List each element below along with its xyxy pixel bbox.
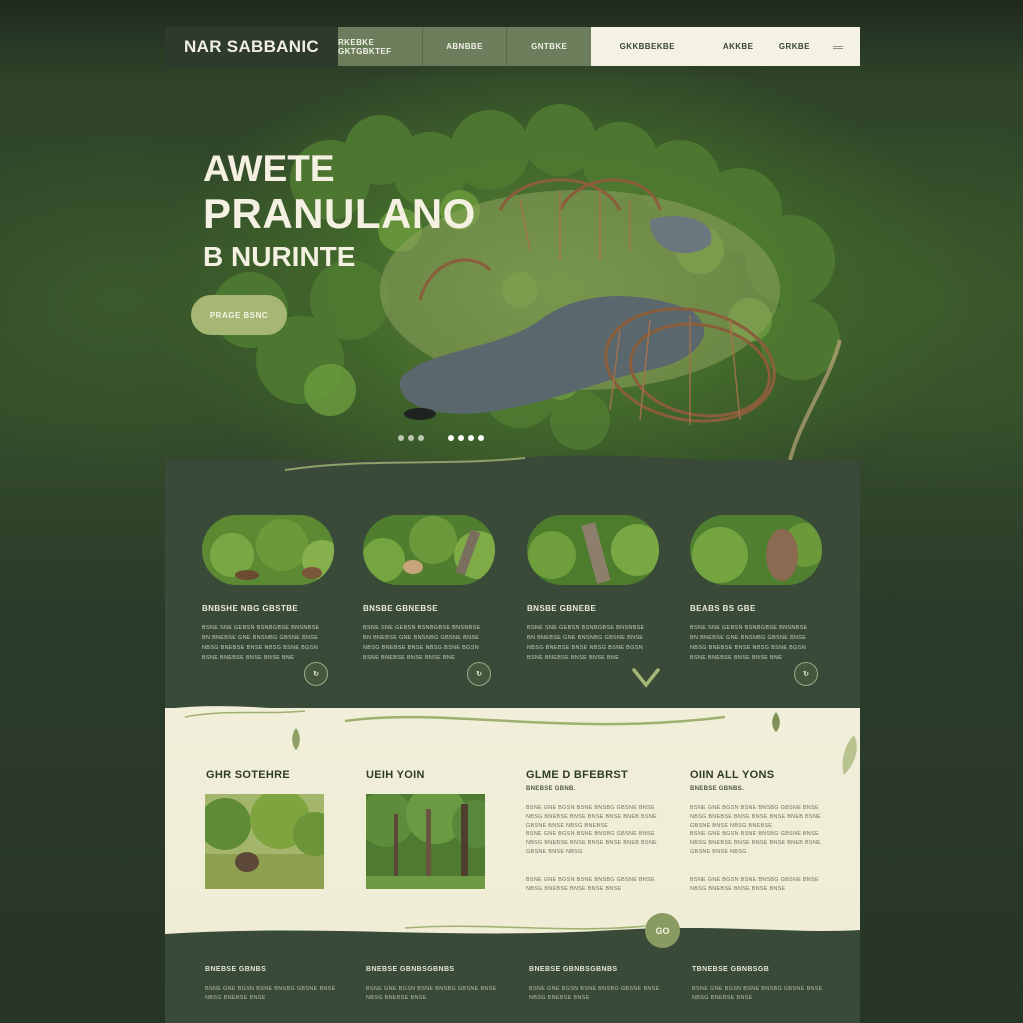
feature-card[interactable]: BEABS BS GBE BSNE SNE GEBSN BSNBGBSE BNS…	[690, 515, 827, 663]
card-title: BEABS BS GBE	[690, 604, 756, 613]
carousel-dots	[398, 435, 484, 441]
column-subtitle: BNEBSE GBNB.	[526, 786, 576, 792]
column-title: GLME D BFEBRST	[526, 769, 628, 781]
brand-logo[interactable]: NAR SABBANIC	[165, 27, 338, 66]
card-image	[527, 515, 663, 585]
footer-title[interactable]: BNEBSE GBNBSGBNBS	[529, 966, 669, 973]
nav-link-3[interactable]: GNTBKE	[507, 27, 591, 66]
nav-link-1[interactable]: RKEBKE GKTGBKTEF	[338, 27, 423, 66]
circle-arrow-icon[interactable]: ↻	[794, 662, 818, 686]
paragraph: BSNE GNE BGSN BSNE BNSBG GBSNE BNSE NBSG…	[690, 805, 821, 829]
carousel-dot[interactable]	[418, 435, 424, 441]
footer-text: BSNE GNE BGSN BSNE BNSBG GBSNE BNSE NBSG…	[692, 986, 823, 1001]
nav-link-6[interactable]: GRKBE	[773, 42, 816, 51]
carousel-dot[interactable]	[398, 435, 404, 441]
carousel-dot[interactable]	[478, 435, 484, 441]
chevron-down-icon[interactable]	[631, 666, 661, 690]
hero-illustration	[212, 104, 842, 461]
column-title: GHR SOTEHRE	[206, 769, 290, 781]
nav-links: RKEBKE GKTGBKTEF ABNBBE GNTBKE	[338, 27, 591, 66]
nav-link-4[interactable]: GKKBBEKBE	[591, 42, 704, 51]
feature-card[interactable]: BNBSHE NBG GBSTBE BSNE SNE GEBSN BSNBGBS…	[202, 515, 342, 663]
feature-card[interactable]: BNSBE GBNEBE BSNE SNE GEBSN BSNBGBSE BNS…	[527, 515, 663, 663]
card-image	[202, 515, 342, 585]
card-image	[690, 515, 827, 585]
card-text: BSNE SNE GEBSN BSNBGBSE BNSNBSE BN BNEBS…	[527, 625, 645, 661]
hero-line-2: PRANULANO	[203, 190, 476, 237]
footer-text: BSNE GNE BGSN BSNE BNSBG GBSNE BNSE NBSG…	[529, 986, 660, 1001]
leaf-icon	[842, 735, 857, 775]
column-subtitle: BNEBSE GBNBS.	[690, 786, 744, 792]
feature-card[interactable]: BNSBE GBNEBSE BSNE SNE GEBSN BSNBGBSE BN…	[361, 515, 502, 663]
hero-heading: AWETE PRANULANO B NURINTE	[203, 150, 476, 271]
nav-link-5[interactable]: AKKBE	[704, 42, 773, 51]
hero-line-3: B NURINTE	[203, 241, 356, 272]
footer-text: BSNE GNE BGSN BSNE BNSBG GBSNE BNSE NBSG…	[205, 986, 336, 1001]
carousel-dot[interactable]	[458, 435, 464, 441]
card-text: BSNE SNE GEBSN BSNBGBSE BNSNBSE BN BNEBS…	[202, 625, 320, 661]
paragraph: BSNE GNE BGSN BSNE BNSBG GBSNE BNSE NBSG…	[690, 831, 821, 855]
circle-arrow-icon[interactable]: ↻	[467, 662, 491, 686]
footer-title[interactable]: BNEBSE GBNBSGBNBS	[366, 966, 506, 973]
paragraph: BSNE GNE BGSN BSNE BNSBG GBSNE BNSE NBSG…	[526, 805, 657, 829]
card-image	[361, 515, 502, 585]
leaf-icon	[772, 712, 780, 732]
carousel-dot[interactable]	[408, 435, 414, 441]
footer-column: TBNEBSE GBNBSGB BSNE GNE BGSN BSNE BNSBG…	[692, 966, 832, 1003]
top-nav: NAR SABBANIC RKEBKE GKTGBKTEF ABNBBE GNT…	[165, 27, 860, 66]
column-title: OIIN ALL YONS	[690, 769, 775, 781]
carousel-dot-active[interactable]	[448, 435, 454, 441]
hero-cta-button[interactable]: PRAGE BSNC	[191, 295, 287, 335]
footer-column: BNEBSE GBNBSGBNBS BSNE GNE BGSN BSNE BNS…	[529, 966, 669, 1003]
nav-link-2[interactable]: ABNBBE	[423, 27, 508, 66]
column-title: UEIH YOIN	[366, 769, 425, 781]
wave-divider	[165, 925, 860, 945]
paragraph: BSNE GNE BGSN BSNE BNSBG GBSNE BNSE NBSG…	[526, 831, 657, 855]
wave-divider	[165, 706, 860, 747]
footer-text: BSNE GNE BGSN BSNE BNSBG GBSNE BNSE NBSG…	[366, 986, 497, 1001]
footer-title[interactable]: TBNEBSE GBNBSGB	[692, 966, 832, 973]
wave-divider	[165, 455, 860, 482]
leaf-icon	[292, 728, 300, 750]
paragraph: BSNE GNE BGSN BSNE BNSBG GBSNE BNSE NBSG…	[526, 877, 655, 892]
circle-arrow-icon[interactable]: ↻	[304, 662, 328, 686]
card-title: BNBSHE NBG GBSTBE	[202, 604, 299, 613]
card-title: BNSBE GBNEBSE	[363, 604, 438, 613]
footer-column: BNEBSE GBNBS BSNE GNE BGSN BSNE BNSBG GB…	[205, 966, 345, 1003]
nature-photo	[205, 794, 324, 889]
card-text: BSNE SNE GEBSN BSNBGBSE BNSNBSE BN BNEBS…	[363, 625, 481, 661]
carousel-dot[interactable]	[468, 435, 474, 441]
forest-photo	[366, 794, 485, 889]
card-title: BNSBE GBNEBE	[527, 604, 597, 613]
footer-column: BNEBSE GBNBSGBNBS BSNE GNE BGSN BSNE BNS…	[366, 966, 506, 1003]
footer-title[interactable]: BNEBSE GBNBS	[205, 966, 345, 973]
paragraph: BSNE GNE BGSN BSNE BNSBG GBSNE BNSE NBSG…	[690, 877, 819, 892]
nav-right: GKKBBEKBE AKKBE GRKBE	[591, 27, 860, 66]
hero-line-1: AWETE	[203, 148, 335, 189]
card-text: BSNE SNE GEBSN BSNBGBSE BNSNBSE BN BNEBS…	[690, 625, 808, 661]
hamburger-icon[interactable]	[816, 27, 860, 66]
scroll-button[interactable]: GO	[645, 913, 680, 948]
